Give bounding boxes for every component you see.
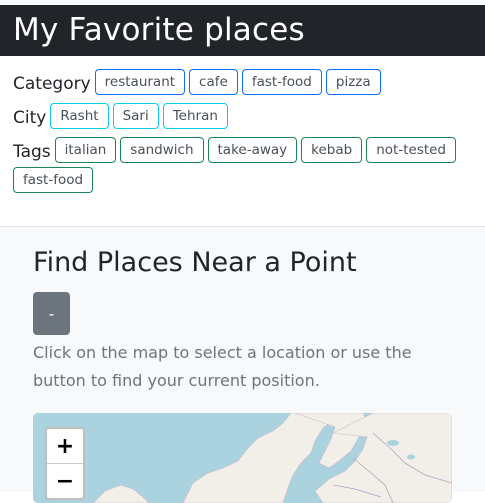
city-tag-rasht[interactable]: Rasht [50,103,109,129]
category-tag-restaurant[interactable]: restaurant [94,69,186,95]
map-tiles [33,413,452,503]
find-near-point-panel: Find Places Near a Point - Click on the … [0,226,485,503]
tag-italian[interactable]: italian [54,137,117,163]
city-tag-tehran[interactable]: Tehran [162,103,228,129]
find-places-heading: Find Places Near a Point [33,247,357,278]
tag-sandwich[interactable]: sandwich [120,137,204,163]
category-filter-row: Category restaurant cafe fast-food pizza [13,69,473,99]
category-tag-pizza[interactable]: pizza [325,69,381,95]
tag-not-tested[interactable]: not-tested [366,137,456,163]
tags-filter-row: Tags italian sandwich take-away kebab no… [13,137,473,197]
category-label: Category [13,74,91,94]
navbar: My Favorite places [0,5,485,56]
city-filter-row: City Rasht Sari Tehran [13,103,473,133]
filters-section: Category restaurant cafe fast-food pizza… [0,56,485,197]
city-tag-sari[interactable]: Sari [112,103,159,129]
category-tag-fast-food[interactable]: fast-food [241,69,322,95]
zoom-out-button[interactable]: − [47,463,83,498]
city-label: City [13,108,47,128]
map-hint-text: Click on the map to select a location or… [33,343,412,390]
category-tag-cafe[interactable]: cafe [189,69,238,95]
tag-take-away[interactable]: take-away [207,137,298,163]
tag-kebab[interactable]: kebab [301,137,363,163]
tags-label: Tags [13,142,51,162]
map[interactable]: + − [33,413,452,503]
zoom-control: + − [45,427,85,500]
locate-button[interactable]: - [33,292,70,335]
tag-fast-food[interactable]: fast-food [13,167,94,193]
page-title: My Favorite places [13,12,305,48]
zoom-in-button[interactable]: + [47,429,83,463]
